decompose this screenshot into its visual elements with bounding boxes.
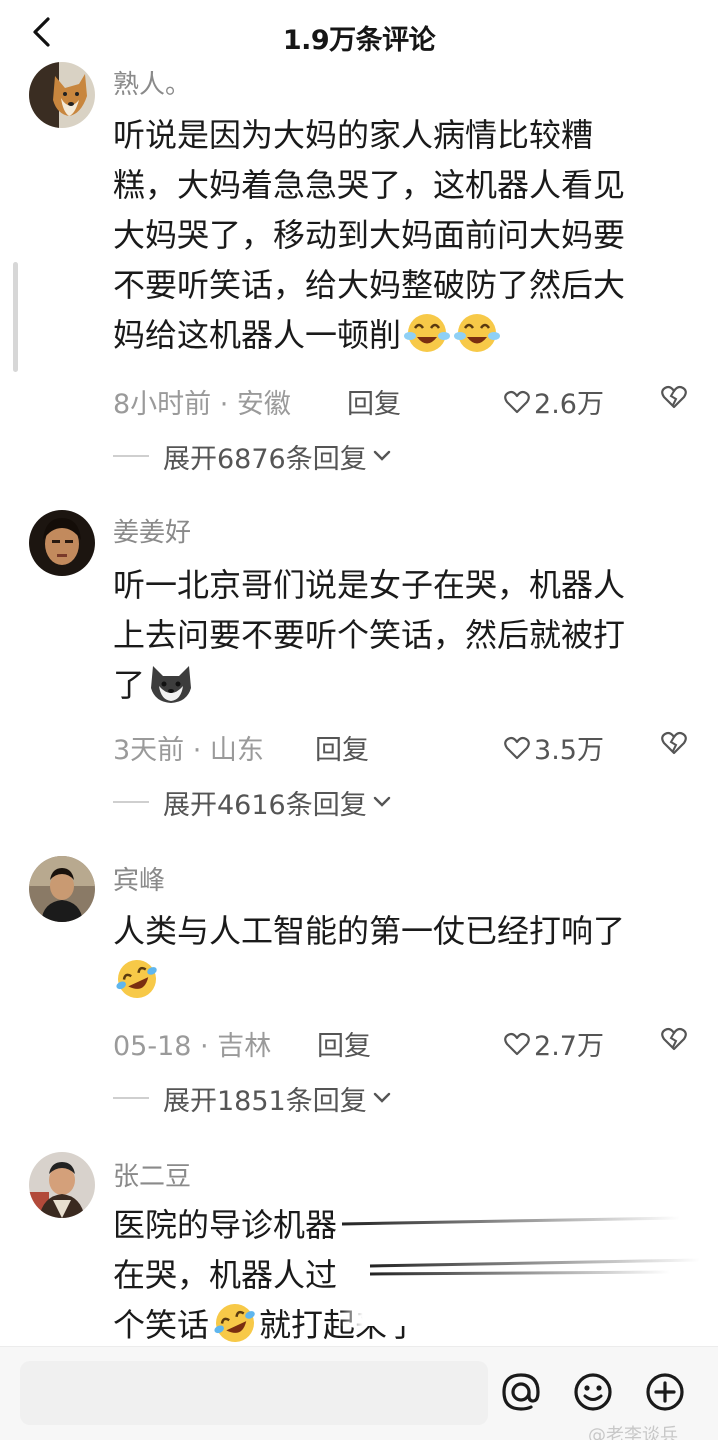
expand-replies-button[interactable]: 展开4616条回复 bbox=[113, 782, 391, 822]
rolling-laughing-emoji-icon bbox=[116, 960, 157, 998]
dislike-button[interactable] bbox=[660, 1026, 688, 1059]
comment-text: 听说是因为大妈的家人病情比较糟 糕，大妈着急急哭了，这机器人看见 大妈哭了，移动… bbox=[113, 116, 626, 354]
person-avatar-icon bbox=[29, 856, 95, 922]
smile-icon bbox=[574, 1373, 612, 1411]
comment-author[interactable]: 张二豆 bbox=[113, 1156, 191, 1193]
mention-button[interactable] bbox=[498, 1369, 544, 1415]
at-icon bbox=[502, 1373, 540, 1411]
comment-author[interactable]: 宾峰 bbox=[113, 860, 165, 897]
comment-author[interactable]: 姜姜好 bbox=[113, 512, 191, 549]
crying-laughing-emoji-icon bbox=[404, 314, 451, 352]
heart-icon bbox=[504, 736, 530, 759]
like-count: 2.6万 bbox=[534, 389, 604, 420]
like-button[interactable]: 2.7万 bbox=[504, 1024, 604, 1063]
heart-icon bbox=[504, 1032, 530, 1055]
broken-heart-icon bbox=[661, 731, 687, 755]
expand-replies-button[interactable]: 展开6876条回复 bbox=[113, 436, 391, 476]
plus-circle-icon bbox=[646, 1373, 684, 1411]
like-count: 3.5万 bbox=[534, 735, 604, 766]
comment-meta: 8小时前 · 安徽 回复 2.6万 bbox=[113, 378, 688, 421]
comment-time-location: 05-18 · 吉林 bbox=[113, 1031, 272, 1062]
avatar[interactable] bbox=[29, 510, 95, 576]
like-count: 2.7万 bbox=[534, 1031, 604, 1062]
broken-heart-icon bbox=[661, 1027, 687, 1051]
reply-button[interactable]: 回复 bbox=[317, 1024, 371, 1063]
comment-text: 人类与人工智能的第一仗已经打响了 bbox=[113, 906, 693, 1006]
chevron-down-icon bbox=[373, 1092, 390, 1103]
watermark: @老李谈兵 bbox=[588, 1425, 678, 1440]
heart-icon bbox=[504, 390, 530, 413]
rolling-laughing-emoji-icon bbox=[214, 1304, 255, 1342]
reply-button[interactable]: 回复 bbox=[315, 728, 369, 767]
comment-input[interactable] bbox=[20, 1361, 488, 1425]
add-button[interactable] bbox=[642, 1369, 688, 1415]
person-avatar-icon bbox=[29, 510, 95, 576]
comment-count-title: 1.9万条评论 bbox=[282, 25, 436, 56]
comment-input-bar: @老李谈兵 bbox=[0, 1346, 718, 1440]
obscured-text-overlay bbox=[340, 1196, 718, 1326]
emoji-button[interactable] bbox=[570, 1369, 616, 1415]
like-button[interactable]: 2.6万 bbox=[504, 382, 604, 421]
like-button[interactable]: 3.5万 bbox=[504, 728, 604, 767]
divider-dash bbox=[113, 801, 149, 803]
header: 1.9万条评论 bbox=[0, 0, 718, 68]
comment-author[interactable]: 熟人。 bbox=[113, 64, 191, 101]
comment-time-location: 3天前 · 山东 bbox=[113, 735, 264, 766]
comment-text: 听一北京哥们说是女子在哭，机器人 上去问要不要听个笑话，然后就被打 了 bbox=[113, 566, 626, 704]
dislike-button[interactable] bbox=[660, 730, 688, 763]
reply-button[interactable]: 回复 bbox=[347, 382, 401, 421]
chevron-down-icon bbox=[373, 796, 390, 807]
chevron-down-icon bbox=[373, 450, 390, 461]
comment-time-location: 8小时前 · 安徽 bbox=[113, 389, 291, 420]
avatar[interactable] bbox=[29, 62, 95, 128]
avatar[interactable] bbox=[29, 856, 95, 922]
expand-replies-button[interactable]: 展开1851条回复 bbox=[113, 1078, 391, 1118]
scroll-indicator[interactable] bbox=[13, 262, 18, 372]
avatar[interactable] bbox=[29, 1152, 95, 1218]
divider-dash bbox=[113, 455, 149, 457]
crying-laughing-emoji-icon bbox=[454, 314, 501, 352]
dislike-button[interactable] bbox=[660, 384, 688, 417]
husky-emoji-icon bbox=[151, 666, 192, 703]
person-avatar-icon bbox=[29, 1152, 95, 1218]
broken-heart-icon bbox=[661, 385, 687, 409]
comment-meta: 3天前 · 山东 回复 3.5万 bbox=[113, 724, 688, 767]
divider-dash bbox=[113, 1097, 149, 1099]
dog-avatar-icon bbox=[29, 62, 95, 128]
comment-meta: 05-18 · 吉林 回复 2.7万 bbox=[113, 1020, 688, 1063]
